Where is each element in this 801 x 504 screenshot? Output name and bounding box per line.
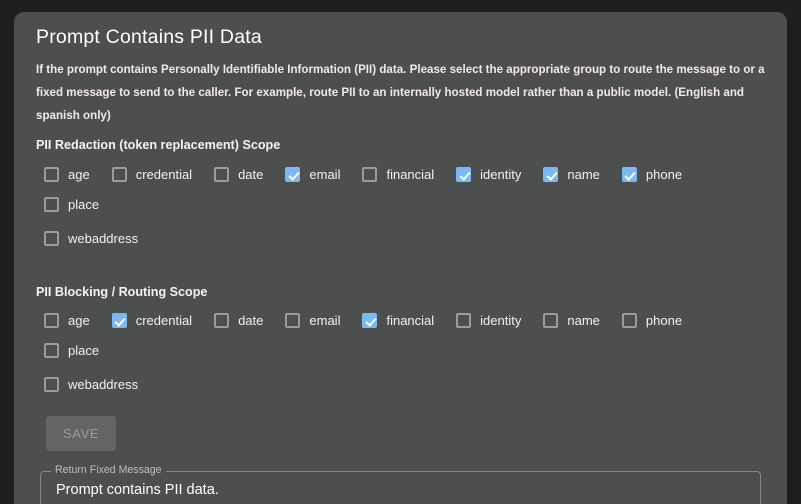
checkbox-label: credential: [135, 167, 193, 183]
checkbox-item-financial[interactable]: financial: [362, 306, 434, 336]
checkbox-unchecked-icon[interactable]: [362, 167, 378, 183]
redaction-section-title: PII Redaction (token replacement) Scope: [36, 138, 281, 153]
app-root: Prompt Contains PII Data If the prompt c…: [0, 0, 801, 504]
checkbox-unchecked-icon[interactable]: [44, 197, 59, 213]
checkbox-label: place: [68, 197, 100, 213]
checkbox-unchecked-icon[interactable]: [44, 231, 59, 247]
checkbox-item-email[interactable]: email: [285, 160, 340, 190]
checkbox-item-credential[interactable]: credential: [111, 160, 193, 190]
checkbox-item-age[interactable]: age: [44, 306, 90, 336]
checkbox-item-name[interactable]: name: [543, 160, 600, 190]
checkbox-unchecked-icon[interactable]: [44, 313, 59, 329]
checkbox-checked-icon[interactable]: [456, 167, 472, 183]
checkbox-label: identity: [480, 313, 522, 329]
save-button[interactable]: SAVE: [46, 415, 117, 451]
checkbox-checked-icon[interactable]: [543, 167, 559, 183]
checkbox-unchecked-icon[interactable]: [44, 167, 59, 183]
pii-settings-card: Prompt Contains PII Data If the prompt c…: [14, 12, 787, 504]
checkbox-item-identity[interactable]: identity: [456, 160, 521, 190]
checkbox-unchecked-icon[interactable]: [456, 313, 472, 329]
redaction-checkbox-row-2: webaddress: [36, 224, 765, 254]
checkbox-unchecked-icon[interactable]: [111, 167, 127, 183]
checkbox-unchecked-icon[interactable]: [621, 313, 637, 329]
checkbox-label: age: [68, 167, 90, 183]
page-title: Prompt Contains PII Data: [36, 26, 262, 48]
checkbox-item-email[interactable]: email: [285, 306, 340, 336]
blocking-section-title: PII Blocking / Routing Scope: [36, 284, 208, 299]
checkbox-unchecked-icon[interactable]: [44, 377, 59, 393]
checkbox-label: credential: [135, 313, 193, 329]
blocking-checkbox-row-1: age credential date email financial identity n…: [36, 306, 765, 366]
checkbox-label: webaddress: [68, 231, 139, 247]
checkbox-unchecked-icon[interactable]: [543, 313, 559, 329]
checkbox-item-place[interactable]: place: [44, 336, 99, 366]
checkbox-checked-icon[interactable]: [362, 313, 378, 329]
return-fixed-message-input[interactable]: Prompt contains PII data.: [56, 471, 753, 504]
checkbox-label: date: [238, 167, 264, 183]
checkbox-unchecked-icon[interactable]: [214, 313, 230, 329]
checkbox-item-date[interactable]: date: [214, 160, 263, 190]
checkbox-label: age: [68, 313, 90, 329]
checkbox-label: name: [567, 313, 600, 329]
checkbox-label: financial: [386, 313, 435, 329]
return-fixed-message-field[interactable]: Return Fixed Message Prompt contains PII…: [40, 463, 761, 504]
checkbox-item-webaddress[interactable]: webaddress: [44, 224, 138, 254]
checkbox-label: date: [238, 313, 264, 329]
checkbox-item-financial[interactable]: financial: [362, 160, 434, 190]
checkbox-label: webaddress: [68, 377, 139, 393]
checkbox-item-phone[interactable]: phone: [621, 160, 683, 190]
checkbox-item-name[interactable]: name: [543, 306, 600, 336]
checkbox-label: place: [68, 343, 100, 359]
checkbox-unchecked-icon[interactable]: [214, 167, 230, 183]
checkbox-checked-icon[interactable]: [285, 167, 301, 183]
checkbox-label: phone: [645, 313, 683, 329]
checkbox-label: identity: [480, 167, 522, 183]
checkbox-item-identity[interactable]: identity: [456, 306, 521, 336]
checkbox-checked-icon[interactable]: [111, 313, 127, 329]
checkbox-label: email: [309, 167, 341, 183]
checkbox-label: name: [567, 167, 600, 183]
checkbox-item-age[interactable]: age: [44, 160, 90, 190]
checkbox-unchecked-icon[interactable]: [285, 313, 301, 329]
checkbox-checked-icon[interactable]: [621, 167, 637, 183]
checkbox-item-webaddress[interactable]: webaddress: [44, 370, 138, 400]
checkbox-label: phone: [645, 167, 683, 183]
checkbox-item-phone[interactable]: phone: [621, 306, 683, 336]
checkbox-unchecked-icon[interactable]: [44, 343, 59, 359]
blocking-checkbox-row-2: webaddress: [36, 370, 765, 400]
checkbox-item-place[interactable]: place: [44, 190, 99, 220]
checkbox-label: financial: [386, 167, 435, 183]
checkbox-label: email: [309, 313, 341, 329]
checkbox-item-date[interactable]: date: [214, 306, 263, 336]
page-description: If the prompt contains Personally Identi…: [36, 63, 765, 122]
redaction-checkbox-row-1: age credential date email financial identity n…: [36, 160, 765, 220]
checkbox-item-credential[interactable]: credential: [111, 306, 193, 336]
